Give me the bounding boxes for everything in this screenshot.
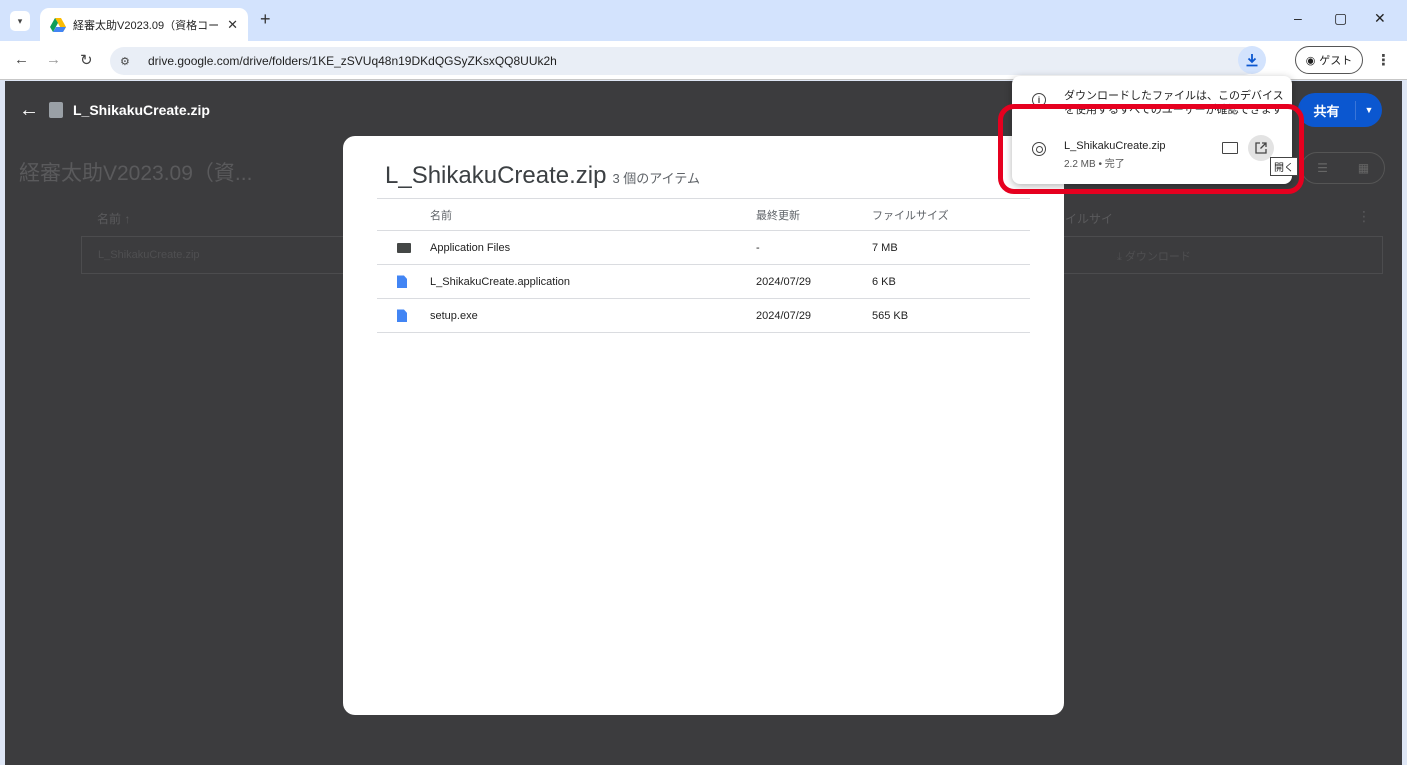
row-name: L_ShikakuCreate.application <box>430 275 571 288</box>
tab-close-icon[interactable]: ✕ <box>227 17 238 33</box>
row-size: 565 KB <box>872 309 909 322</box>
table-row[interactable]: Application Files - 7 MB <box>377 231 1030 265</box>
row-name: setup.exe <box>430 309 478 322</box>
tab-drive[interactable]: 経審太助V2023.09（資格コード ✕ <box>40 8 248 41</box>
site-info-icon[interactable]: ⚙ <box>120 55 140 68</box>
row-size: 7 MB <box>872 241 898 254</box>
row-modified: 2024/07/29 <box>756 309 812 322</box>
file-icon <box>397 309 407 322</box>
share-button[interactable]: 共有 ▼ <box>1298 93 1382 127</box>
header-modified: 最終更新 <box>756 209 800 222</box>
tab-strip: ▾ 経審太助V2023.09（資格コード ✕ + – ▢ ✕ <box>0 0 1407 41</box>
dialog-title: L_ShikakuCreate.zip 3 個のアイテム <box>385 162 700 190</box>
column-name[interactable]: 名前 ↑ <box>97 210 130 227</box>
browser-toolbar: ← → ↻ ⚙ drive.google.com/drive/folders/1… <box>0 41 1407 80</box>
address-bar[interactable]: ⚙ drive.google.com/drive/folders/1KE_zSV… <box>110 47 1258 75</box>
share-label: 共有 <box>1298 100 1356 120</box>
download-icon[interactable] <box>1238 46 1266 74</box>
file-row-name: L_ShikakuCreate.zip <box>98 249 200 261</box>
list-view-icon[interactable]: ☰ <box>1302 153 1343 183</box>
back-icon[interactable]: ← <box>14 51 29 68</box>
profile-label: ゲスト <box>1319 55 1353 67</box>
close-window-icon[interactable]: ✕ <box>1374 10 1386 27</box>
folder-icon <box>397 242 411 253</box>
zip-preview-dialog: L_ShikakuCreate.zip 3 個のアイテム 名前 最終更新 ファイ… <box>343 136 1064 715</box>
reload-icon[interactable]: ↻ <box>80 51 93 69</box>
viewer-back-icon[interactable]: ← <box>19 99 39 122</box>
header-name: 名前 <box>430 209 452 222</box>
header-size: ファイルサイズ <box>872 209 949 222</box>
download-arrow-icon <box>1246 54 1258 67</box>
tab-search-icon[interactable]: ▾ <box>10 11 30 31</box>
maximize-icon[interactable]: ▢ <box>1334 10 1347 27</box>
row-modified: 2024/07/29 <box>756 275 812 288</box>
share-dropdown-icon[interactable]: ▼ <box>1356 105 1382 115</box>
row-modified: - <box>756 241 760 254</box>
more-icon[interactable]: ⋮ <box>1357 208 1371 225</box>
zip-file-icon <box>49 102 63 118</box>
view-toggle[interactable]: ☰ ▦ <box>1301 152 1385 184</box>
column-size: イルサイ <box>1065 212 1114 226</box>
google-drive-icon <box>50 17 66 32</box>
profile-button[interactable]: ◉ ゲスト <box>1295 46 1363 74</box>
table-header: 名前 最終更新 ファイルサイズ <box>377 198 1030 231</box>
guest-icon: ◉ <box>1305 54 1316 67</box>
minimize-icon[interactable]: – <box>1294 10 1302 26</box>
browser-menu-icon[interactable]: ⋮ <box>1376 51 1391 69</box>
new-tab-icon[interactable]: + <box>260 9 271 30</box>
item-count: 3 個のアイテム <box>612 171 701 186</box>
tab-title: 経審太助V2023.09（資格コード <box>73 19 222 32</box>
viewer-file-name: L_ShikakuCreate.zip <box>73 102 210 118</box>
row-name: Application Files <box>430 241 511 254</box>
table-row[interactable]: L_ShikakuCreate.application 2024/07/29 6… <box>377 265 1030 299</box>
zip-name: L_ShikakuCreate.zip <box>385 162 607 189</box>
zip-contents-table: 名前 最終更新 ファイルサイズ Application Files - 7 MB… <box>377 198 1030 333</box>
table-row[interactable]: setup.exe 2024/07/29 565 KB <box>377 299 1030 333</box>
forward-icon[interactable]: → <box>46 51 61 68</box>
download-button[interactable]: ⤓ ダウンロード <box>1117 248 1191 264</box>
grid-view-icon[interactable]: ▦ <box>1343 153 1384 183</box>
folder-title: 経審太助V2023.09（資... <box>19 162 253 185</box>
file-icon <box>397 275 407 288</box>
row-size: 6 KB <box>872 275 896 288</box>
url-text: drive.google.com/drive/folders/1KE_zSVUq… <box>148 54 557 68</box>
highlight-box <box>998 104 1304 194</box>
